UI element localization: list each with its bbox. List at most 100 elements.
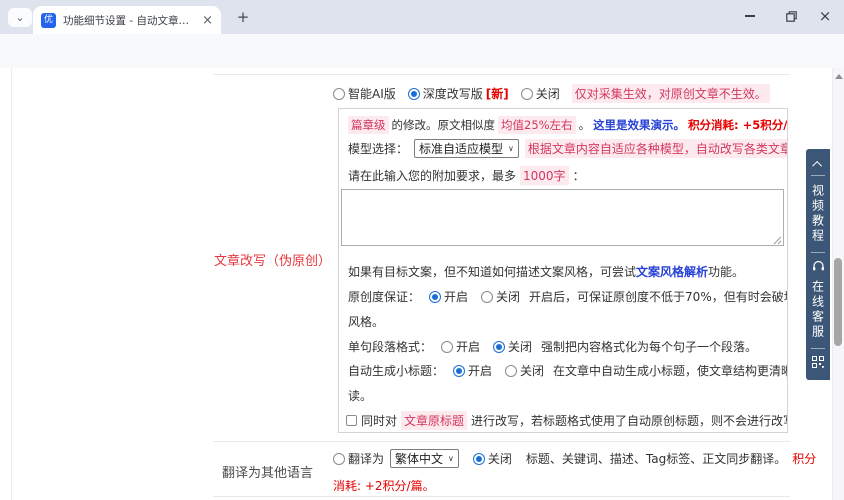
floating-side-widget: 视频教程 在线客服 (806, 149, 830, 380)
minimize-button[interactable] (740, 6, 760, 26)
widget-divider (811, 252, 825, 253)
extra-requirements-label-row: 请在此输入您的附加要求，最多 1000字 ： (348, 166, 585, 185)
browser-window: ⌄ 优 功能细节设置 - 自动文章采集 × + × ← → ⟳ (0, 0, 844, 500)
radio-originality-off[interactable]: 关闭 (481, 288, 520, 305)
token-max-chars: 1000字 (520, 166, 569, 185)
rewrite-settings-box: 篇章级 的修改。原文相似度 均值25%左右 。 这里是效果演示。 积分消耗: +… (338, 108, 788, 433)
radio-checked-icon (408, 88, 420, 100)
radio-label: 翻译为 (348, 450, 384, 467)
mode-note: 仅对采集生效，对原创文章不生效。 (572, 84, 770, 103)
single-sentence-label: 单句段落格式： (348, 338, 432, 355)
video-tutorial-button[interactable]: 视频教程 (810, 184, 827, 244)
radio-translate-off[interactable]: 关闭 (473, 450, 512, 467)
originality-row: 原创度保证： 开启 关闭 开启后，可保证原创度不低于70%，但有时会破坏文章 (348, 288, 788, 305)
originality-label: 原创度保证： (348, 288, 420, 305)
translate-cost: 积分 (792, 450, 816, 467)
radio-subtitle-on[interactable]: 开启 (453, 362, 492, 379)
radio-icon (481, 291, 493, 303)
radio-rewrite-off[interactable]: 关闭 (521, 85, 560, 102)
radio-single-on[interactable]: 开启 (441, 338, 480, 355)
points-cost-note: 积分消耗: +5积分/篇。 (688, 117, 788, 133)
intro-line: 篇章级 的修改。原文相似度 均值25%左右 。 这里是效果演示。 积分消耗: +… (348, 116, 788, 134)
language-select[interactable]: 繁体中文 ∨ (390, 449, 459, 468)
tab-search-button[interactable]: ⌄ (8, 8, 32, 27)
radio-label: 开启 (468, 362, 492, 379)
window-close-button[interactable]: × (815, 6, 835, 26)
auto-subtitle-note-wrap: 读。 (348, 387, 372, 404)
radio-icon (441, 341, 453, 353)
model-select-value: 标准自适应模型 (419, 140, 503, 157)
tab-title: 功能细节设置 - 自动文章采集 (63, 13, 196, 28)
page-left-rule (11, 68, 12, 500)
radio-checked-icon (493, 341, 505, 353)
radio-originality-on[interactable]: 开启 (429, 288, 468, 305)
model-select-row: 模型选择： 标准自适应模型 ∨ 根据文章内容自适应各种模型，自动改写各类文章 (348, 139, 788, 158)
style-analysis-link[interactable]: 文案风格解析 (636, 263, 708, 280)
browser-toolbar: ← → ⟳ ucaiyun.com/caiji/settings/ ☆ # ⋮ (0, 34, 844, 68)
model-note: 根据文章内容自适应各种模型，自动改写各类文章 (525, 139, 788, 158)
extra-req-colon: ： (573, 167, 585, 184)
auto-subtitle-label: 自动生成小标题： (348, 362, 444, 379)
intro-text: 的修改。原文相似度 (392, 117, 496, 133)
single-sentence-note: 强制把内容格式化为每个句子一个段落。 (541, 338, 757, 355)
tab-strip: ⌄ 优 功能细节设置 - 自动文章采集 × + × (0, 0, 844, 34)
style-tip-line: 如果有目标文案，但不知道如何描述文案风格，可尝试 文案风格解析 功能。 (348, 263, 744, 280)
radio-icon (505, 365, 517, 377)
chevron-up-icon[interactable] (812, 161, 822, 171)
token-chapter-level: 篇章级 (348, 116, 389, 134)
token-similarity: 均值25%左右 (498, 116, 576, 134)
row-divider (213, 74, 790, 75)
radio-translate-to[interactable]: 翻译为 (333, 450, 384, 467)
auto-subtitle-note: 在文章中自动生成小标题，使文章结构更清晰易 (553, 362, 788, 379)
radio-label: 关闭 (496, 288, 520, 305)
radio-smart-ai[interactable]: 智能AI版 (333, 85, 396, 102)
chevron-down-icon: ∨ (508, 144, 514, 153)
auto-subtitle-note: 读。 (348, 387, 372, 404)
radio-label: 开启 (444, 288, 468, 305)
title-rewrite-text: 同时对 (361, 412, 397, 429)
radio-subtitle-off[interactable]: 关闭 (505, 362, 544, 379)
checkbox-title-rewrite[interactable] (346, 415, 357, 426)
page-content: 文章改写（伪原创） 翻译为其他语言 智能AI版 深度改写版[新] 关闭 仅对采集… (0, 68, 844, 500)
radio-icon (333, 88, 345, 100)
translate-cost: 消耗: +2积分/篇。 (333, 477, 435, 494)
radio-checked-icon (429, 291, 441, 303)
extra-req-text: 请在此输入您的附加要求，最多 (348, 167, 516, 184)
radio-label: 关闭 (520, 362, 544, 379)
radio-checked-icon (453, 365, 465, 377)
new-badge: [新] (486, 85, 509, 102)
radio-label: 关闭 (488, 450, 512, 467)
scrollbar-thumb[interactable] (834, 258, 842, 346)
model-select-label: 模型选择： (348, 140, 408, 157)
new-tab-button[interactable]: + (234, 8, 252, 26)
demo-link[interactable]: 这里是效果演示。 (593, 117, 685, 133)
intro-text: 。 (579, 117, 591, 133)
tab-close-icon[interactable]: × (202, 14, 213, 27)
translate-note: 标题、关键词、描述、Tag标签、正文同步翻译。 (526, 450, 786, 467)
row-label-translate: 翻译为其他语言 (222, 462, 313, 481)
style-tip-text: 如果有目标文案，但不知道如何描述文案风格，可尝试 (348, 263, 636, 280)
radio-label: 关闭 (536, 85, 560, 102)
model-select[interactable]: 标准自适应模型 ∨ (414, 139, 519, 158)
minimize-icon (745, 15, 755, 17)
title-rewrite-text: 进行改写，若标题格式使用了自动原创标题，则不会进行改写。 (471, 412, 788, 429)
additional-requirements-textarea[interactable] (341, 189, 784, 246)
restore-button[interactable] (781, 6, 801, 26)
radio-single-off[interactable]: 关闭 (493, 338, 532, 355)
qrcode-icon[interactable] (812, 356, 824, 368)
online-service-button[interactable]: 在线客服 (810, 280, 827, 340)
originality-note: 开启后，可保证原创度不低于70%，但有时会破坏文章 (529, 288, 788, 305)
resize-handle-icon[interactable] (773, 236, 782, 245)
radio-label: 开启 (456, 338, 480, 355)
radio-deep-rewrite[interactable]: 深度改写版[新] (408, 85, 509, 102)
window-close-icon: × (819, 7, 832, 25)
single-sentence-row: 单句段落格式： 开启 关闭 强制把内容格式化为每个句子一个段落。 (348, 338, 757, 355)
radio-label: 关闭 (508, 338, 532, 355)
originality-note-wrap: 风格。 (348, 313, 384, 330)
style-tip-text: 功能。 (708, 263, 744, 280)
chevron-down-icon: ⌄ (15, 11, 24, 24)
scroll-up-arrow-icon[interactable] (835, 74, 843, 79)
translate-row: 翻译为 繁体中文 ∨ 关闭 标题、关键词、描述、Tag标签、正文同步翻译。 积分 (333, 449, 816, 468)
headset-icon (812, 260, 825, 272)
browser-tab[interactable]: 优 功能细节设置 - 自动文章采集 × (33, 6, 221, 34)
